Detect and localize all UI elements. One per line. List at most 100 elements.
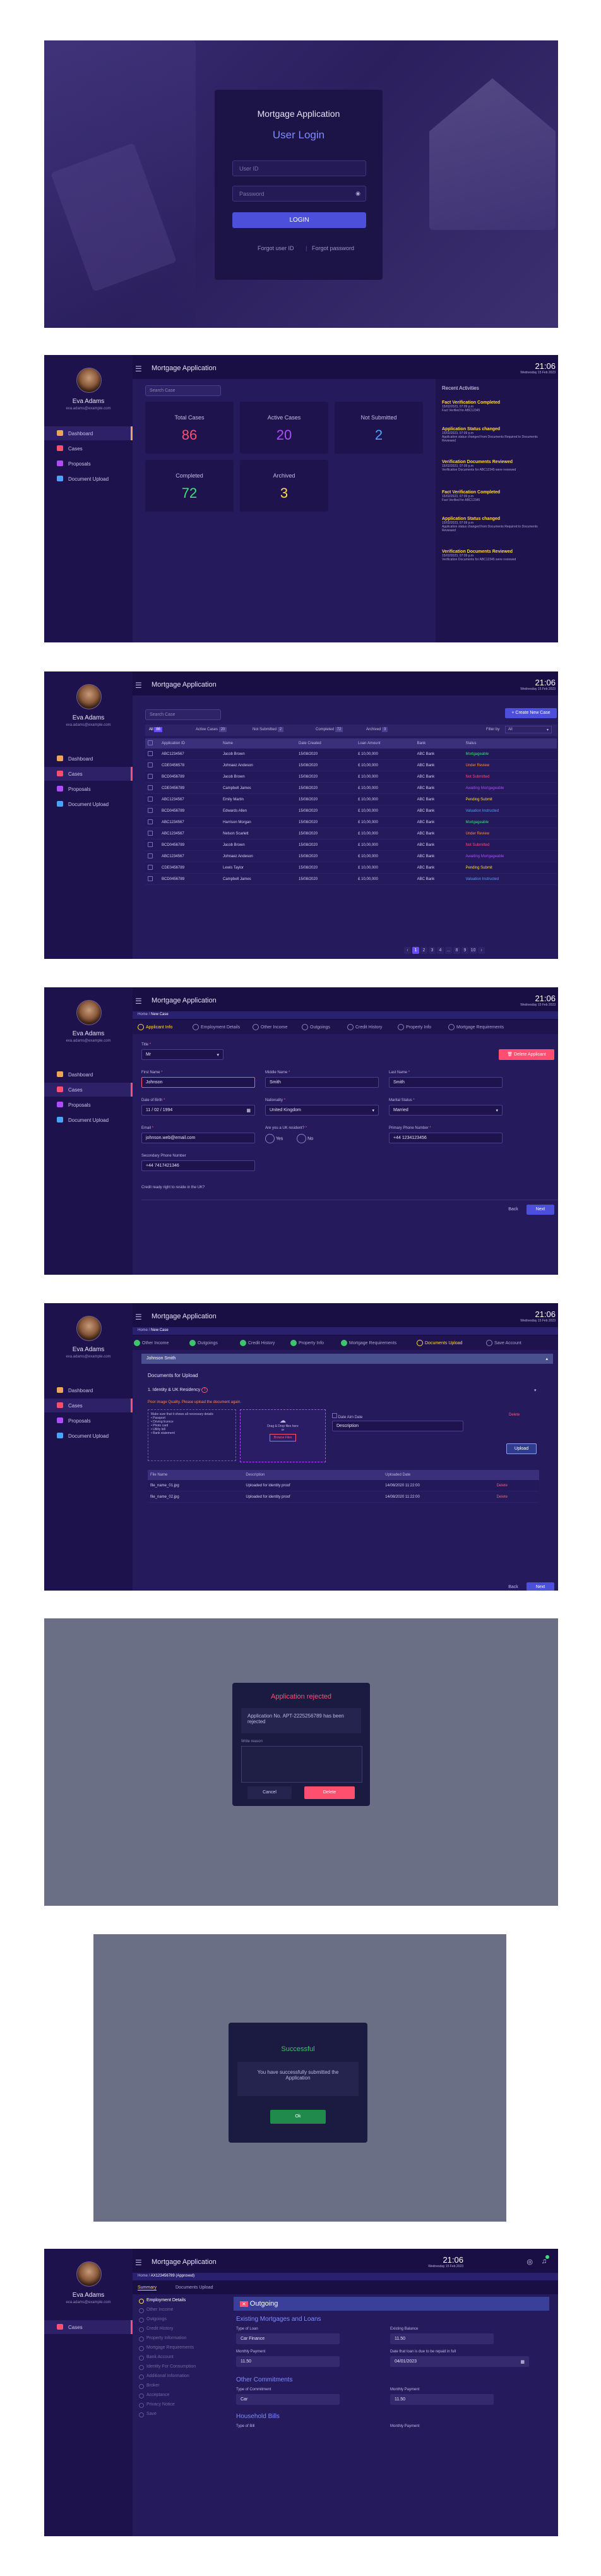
nav-dashboard[interactable]: Dashboard xyxy=(44,1383,133,1397)
step-mortgage-requirements[interactable]: Mortgage Requirements xyxy=(341,1340,396,1346)
login-button[interactable]: LOGIN xyxy=(232,212,366,228)
nav-cases[interactable]: Cases xyxy=(44,2320,133,2334)
row-checkbox[interactable] xyxy=(148,841,153,847)
marital-select[interactable]: Married ▾ xyxy=(389,1105,503,1116)
page-link[interactable]: 2 xyxy=(420,947,427,954)
dob-input[interactable]: 11 / 02 / 1994 ▦ xyxy=(141,1105,255,1116)
step-save-account[interactable]: Save Account xyxy=(486,1340,521,1346)
user-id-input[interactable]: User ID xyxy=(232,160,366,176)
step-other-income[interactable]: Other Income xyxy=(253,1024,287,1030)
section-nav-item[interactable]: Mortgage Requirements xyxy=(133,2345,227,2355)
step-outgoings[interactable]: Outgoings xyxy=(189,1340,218,1346)
reason-textarea[interactable] xyxy=(241,1746,362,1783)
forgot-userid-link[interactable]: Forgot user ID xyxy=(258,245,294,251)
table-row[interactable]: ABC1234567 Jacob Brown 15/08/2020 £ 10,00,0… xyxy=(145,749,557,760)
col-header[interactable]: Loan Amount xyxy=(355,738,415,749)
middle-name-input[interactable]: Smith xyxy=(265,1077,379,1088)
table-row[interactable]: CDE0456789 Campbell James 15/08/2020 £ 10,0… xyxy=(145,782,557,794)
phone-input[interactable]: +44 1234123456 xyxy=(389,1133,503,1143)
section-nav-item[interactable]: Identity For Consumption xyxy=(133,2364,227,2374)
next-button[interactable]: Next xyxy=(527,1582,554,1591)
nav-proposals[interactable]: Proposals xyxy=(44,782,133,796)
row-checkbox[interactable] xyxy=(148,853,153,858)
table-row[interactable]: CDE0456578 Johnaez Andeson 15/08/2020 £ 10,… xyxy=(145,759,557,771)
tab-documents-upload[interactable]: Documents Upload xyxy=(176,2285,213,2290)
nav-proposals[interactable]: Proposals xyxy=(44,457,133,471)
section-nav-item[interactable]: Bank Account xyxy=(133,2355,227,2364)
back-button[interactable]: Back xyxy=(504,1582,523,1591)
forgot-password-link[interactable]: Forgot password xyxy=(312,245,354,251)
step-credit-history[interactable]: Credit History xyxy=(347,1024,382,1030)
table-row[interactable]: ABC1234567 Nelson Scarlett 15/08/2020 £ 10,… xyxy=(145,828,557,840)
page-link[interactable]: 8 xyxy=(453,947,460,954)
step-credit-history[interactable]: Credit History xyxy=(240,1340,275,1346)
delete-link[interactable]: Delete xyxy=(509,1413,520,1417)
nav-proposals[interactable]: Proposals xyxy=(44,1098,133,1112)
row-checkbox[interactable] xyxy=(148,750,153,756)
section-nav-item[interactable]: Save xyxy=(133,2412,227,2421)
hamburger-icon[interactable]: ☰ xyxy=(135,997,142,1006)
row-checkbox[interactable] xyxy=(148,796,153,802)
first-name-input[interactable]: Johnson xyxy=(141,1077,255,1088)
section-nav-item[interactable]: Acceptance xyxy=(133,2393,227,2402)
table-row[interactable]: ABC1234567 Harrison Morgan 15/08/2020 £ 10,… xyxy=(145,816,557,828)
secondary-phone-input[interactable]: +44 7417421346 xyxy=(141,1160,255,1171)
filter-select[interactable]: All ▾ xyxy=(505,726,552,733)
radio-no[interactable] xyxy=(297,1134,307,1143)
upload-button[interactable]: Upload xyxy=(506,1443,537,1454)
tab-all[interactable]: All 86 xyxy=(149,727,163,732)
prev-page-icon[interactable]: ‹ xyxy=(404,947,411,954)
card-active-cases[interactable]: Active Cases 20 xyxy=(240,402,328,454)
step-property-info[interactable]: Property Info xyxy=(398,1024,431,1030)
table-row[interactable]: BCD0456789 Jacob Brown 15/08/2020 £ 10,00,0… xyxy=(145,771,557,783)
section-nav-item[interactable]: Credit History xyxy=(133,2326,227,2336)
page-link[interactable]: 4 xyxy=(437,947,444,954)
nav-proposals[interactable]: Proposals xyxy=(44,1414,133,1428)
nav-document-upload[interactable]: Document Upload xyxy=(44,472,133,486)
step-documents-upload[interactable]: Documents Upload xyxy=(417,1340,463,1346)
delete-file-link[interactable]: Delete xyxy=(494,1491,539,1503)
password-input[interactable]: Password ◉ xyxy=(232,186,366,202)
cancel-button[interactable]: Cancel xyxy=(247,1786,292,1799)
nationality-select[interactable]: United Kingdom ▾ xyxy=(265,1105,379,1116)
hamburger-icon[interactable]: ☰ xyxy=(135,364,142,373)
card-not-submitted[interactable]: Not Submitted 2 xyxy=(335,402,423,454)
next-button[interactable]: Next xyxy=(527,1205,554,1215)
create-case-button[interactable]: + Create New Case xyxy=(505,708,557,718)
col-header[interactable]: Status xyxy=(463,738,557,749)
tab-not-submitted[interactable]: Not Submitted 2 xyxy=(253,727,284,732)
chevron-down-icon[interactable]: ▾ xyxy=(534,1388,537,1393)
step-property-info[interactable]: Property Info xyxy=(290,1340,324,1346)
table-row[interactable]: CDE0456789 Lewis Taylor 15/08/2020 £ 10,00,… xyxy=(145,862,557,874)
section-nav-item[interactable]: Broker xyxy=(133,2383,227,2393)
next-page-icon[interactable]: › xyxy=(478,947,485,954)
page-link[interactable]: 1 xyxy=(412,947,419,954)
nav-cases[interactable]: Cases xyxy=(44,1083,133,1097)
nav-cases[interactable]: Cases xyxy=(44,442,133,455)
applicant-accordion[interactable]: Johnson Smith ▴ xyxy=(141,1354,553,1364)
delete-file-link[interactable]: Delete xyxy=(494,1480,539,1491)
section-nav-item[interactable]: Privacy Notice xyxy=(133,2402,227,2412)
table-row[interactable]: ABC1234567 Johnaez Andeson 15/08/2020 £ 10,… xyxy=(145,850,557,862)
nav-dashboard[interactable]: Dashboard xyxy=(44,752,133,766)
table-row[interactable]: ABC1234567 Emily Martin 15/08/2020 £ 10,00,… xyxy=(145,793,557,805)
section-nav-item[interactable]: Other Income xyxy=(133,2308,227,2317)
description-input[interactable]: Description xyxy=(332,1421,463,1431)
title-select[interactable]: Mr ▾ xyxy=(141,1049,223,1060)
confirm-delete-button[interactable]: Delete xyxy=(304,1786,355,1799)
step-outgoings[interactable]: Outgoings xyxy=(302,1024,330,1030)
step-applicant-info[interactable]: Applicant Info xyxy=(138,1024,172,1030)
hamburger-icon[interactable]: ☰ xyxy=(135,1313,142,1321)
tab-archived[interactable]: Archived 3 xyxy=(366,727,388,732)
search-input[interactable]: Search Case xyxy=(145,385,221,396)
nav-cases[interactable]: Cases xyxy=(44,767,133,781)
nav-dashboard[interactable]: Dashboard xyxy=(44,1068,133,1081)
section-nav-item[interactable]: Additional Information xyxy=(133,2374,227,2383)
card-total-cases[interactable]: Total Cases 86 xyxy=(145,402,234,454)
breadcrumb-home[interactable]: Home xyxy=(138,1013,148,1016)
email-input[interactable]: johnson.web@email.com xyxy=(141,1133,255,1143)
hamburger-icon[interactable]: ☰ xyxy=(135,2258,142,2267)
col-header[interactable]: Name xyxy=(220,738,297,749)
nav-document-upload[interactable]: Document Upload xyxy=(44,797,133,811)
col-header[interactable]: Date Created xyxy=(296,738,356,749)
